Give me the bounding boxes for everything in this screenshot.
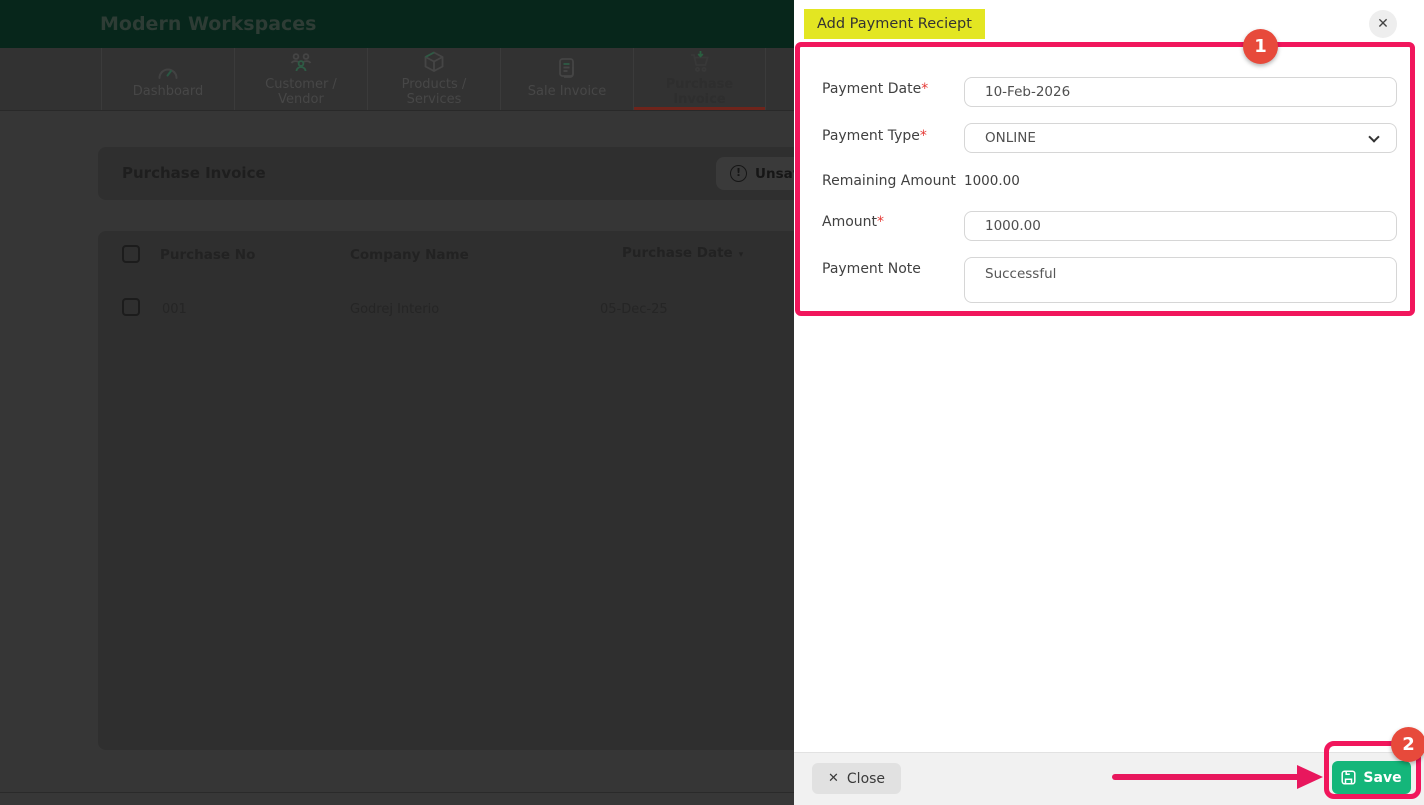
payment-note-label: Payment Note <box>822 261 921 277</box>
page-title: Purchase Invoice <box>122 164 266 182</box>
tab-sale-invoice[interactable]: Sale Invoice <box>500 48 633 110</box>
sale-invoice-icon <box>556 58 578 81</box>
payment-date-label: Payment Date* <box>822 81 929 97</box>
save-button[interactable]: Save <box>1332 761 1411 794</box>
tab-products-services[interactable]: Products / Services <box>367 48 500 110</box>
drawer-title: Add Payment Reciept <box>804 9 985 39</box>
alert-icon: ! <box>730 165 747 182</box>
col-header-company-name: Company Name <box>350 247 469 263</box>
amount-input[interactable] <box>964 211 1397 241</box>
add-payment-drawer: Add Payment Reciept ✕ Payment Date* Paym… <box>794 0 1424 805</box>
chevron-down-icon <box>1368 131 1380 143</box>
purchase-cart-icon <box>687 50 713 74</box>
sort-desc-icon: ▾ <box>738 250 744 260</box>
remaining-amount-label: Remaining Amount <box>822 173 956 189</box>
required-mark: * <box>919 128 927 144</box>
app-title: Modern Workspaces <box>100 13 317 35</box>
screen: Modern Workspaces Dashboard Customer / V… <box>0 0 1424 805</box>
amount-label: Amount* <box>822 214 885 230</box>
cell-company-name: Godrej Interio <box>350 302 440 317</box>
save-floppy-icon <box>1341 770 1356 785</box>
dashboard-gauge-icon <box>156 59 180 81</box>
required-mark: * <box>921 81 929 97</box>
customer-vendor-icon <box>288 52 314 74</box>
close-button[interactable]: ✕ Close <box>812 763 902 794</box>
tab-customer-vendor[interactable]: Customer / Vendor <box>234 48 367 110</box>
drawer-footer: ✕ Close Save <box>794 752 1424 805</box>
col-header-purchase-no: Purchase No <box>160 247 256 263</box>
close-x-icon: ✕ <box>828 771 839 786</box>
row-checkbox[interactable] <box>122 298 140 316</box>
cell-purchase-date: 05-Dec-25 <box>600 302 668 317</box>
payment-type-select[interactable]: ONLINE <box>964 123 1397 153</box>
col-header-purchase-date[interactable]: Purchase Date ▾ <box>622 245 743 261</box>
select-all-checkbox[interactable] <box>122 245 140 263</box>
required-mark: * <box>877 214 885 230</box>
remaining-amount-value: 1000.00 <box>964 173 1020 189</box>
cell-purchase-no: 001 <box>162 302 187 317</box>
tab-purchase-invoice[interactable]: Purchase Invoice <box>633 48 766 110</box>
payment-note-textarea[interactable]: Successful <box>964 257 1397 303</box>
close-icon[interactable]: ✕ <box>1369 10 1397 38</box>
payment-type-label: Payment Type* <box>822 128 927 144</box>
tab-dashboard[interactable]: Dashboard <box>101 48 234 110</box>
products-box-icon <box>422 50 446 74</box>
payment-date-input[interactable] <box>964 77 1397 107</box>
